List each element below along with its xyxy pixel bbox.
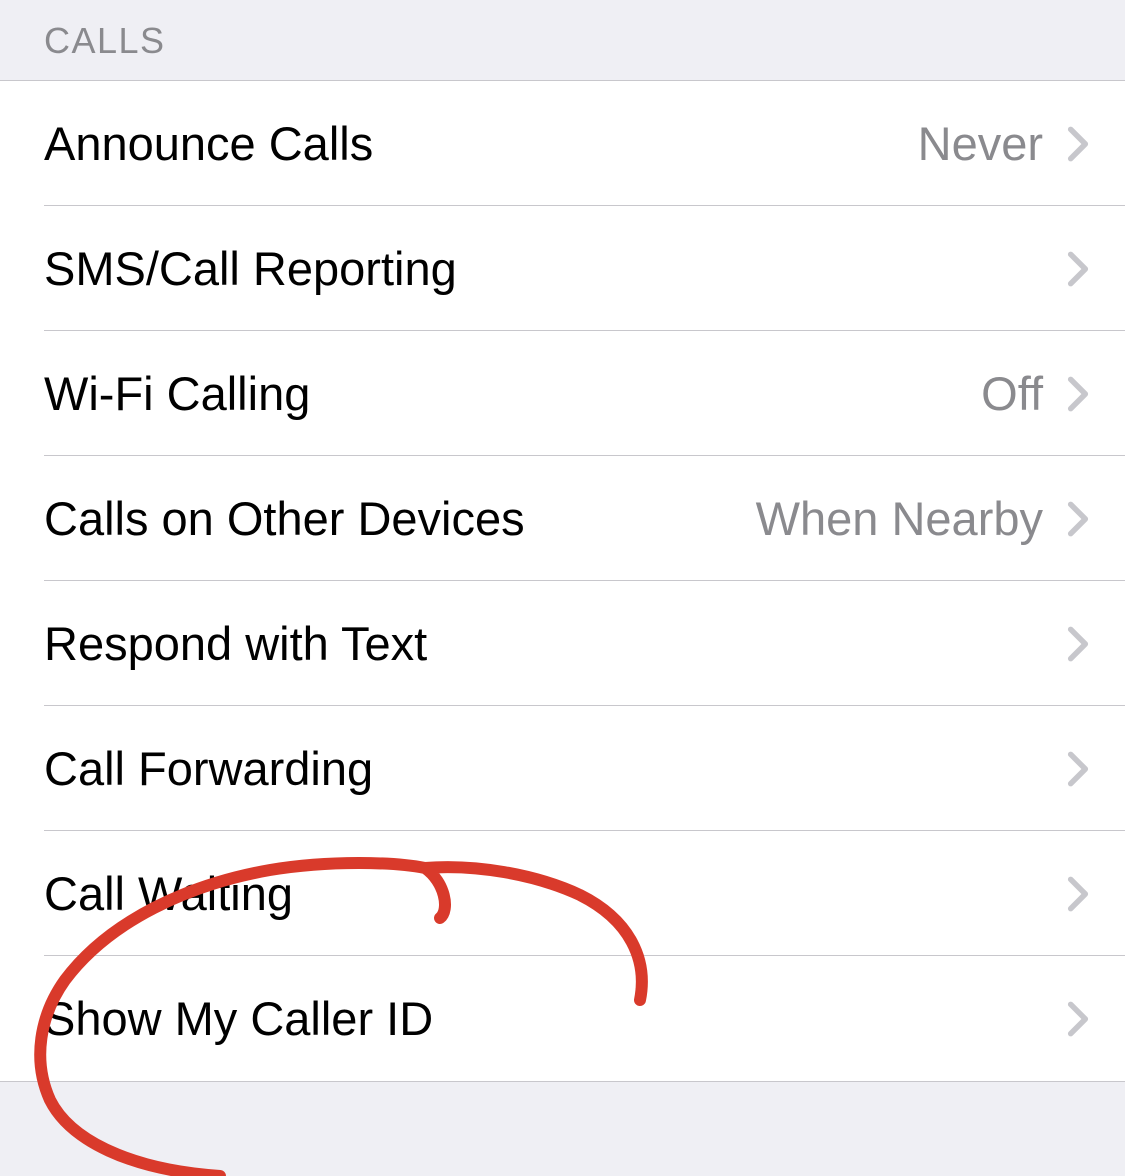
row-right: Never (918, 116, 1089, 171)
chevron-right-icon (1067, 750, 1089, 788)
chevron-right-icon (1067, 500, 1089, 538)
chevron-right-icon (1067, 1000, 1089, 1038)
row-value: Never (918, 116, 1043, 171)
chevron-right-icon (1067, 625, 1089, 663)
row-show-my-caller-id[interactable]: Show My Caller ID (0, 956, 1125, 1081)
row-label: Respond with Text (44, 616, 427, 671)
row-calls-on-other-devices[interactable]: Calls on Other Devices When Nearby (0, 456, 1125, 581)
row-right (1043, 625, 1089, 663)
row-label: Call Forwarding (44, 741, 373, 796)
row-label: Announce Calls (44, 116, 373, 171)
row-respond-with-text[interactable]: Respond with Text (0, 581, 1125, 706)
row-label: Call Waiting (44, 866, 293, 921)
section-header-calls: CALLS (0, 0, 1125, 80)
row-wifi-calling[interactable]: Wi-Fi Calling Off (0, 331, 1125, 456)
row-label: Wi-Fi Calling (44, 366, 310, 421)
row-label: SMS/Call Reporting (44, 241, 457, 296)
row-label: Calls on Other Devices (44, 491, 525, 546)
chevron-right-icon (1067, 250, 1089, 288)
row-right: Off (981, 366, 1089, 421)
row-value: When Nearby (756, 491, 1043, 546)
settings-list: Announce Calls Never SMS/Call Reporting … (0, 80, 1125, 1082)
row-value: Off (981, 366, 1043, 421)
chevron-right-icon (1067, 375, 1089, 413)
row-right (1043, 875, 1089, 913)
chevron-right-icon (1067, 875, 1089, 913)
row-label: Show My Caller ID (44, 991, 433, 1046)
row-right: When Nearby (756, 491, 1089, 546)
row-announce-calls[interactable]: Announce Calls Never (0, 81, 1125, 206)
chevron-right-icon (1067, 125, 1089, 163)
row-call-forwarding[interactable]: Call Forwarding (0, 706, 1125, 831)
row-right (1043, 750, 1089, 788)
row-right (1043, 1000, 1089, 1038)
row-right (1043, 250, 1089, 288)
row-sms-call-reporting[interactable]: SMS/Call Reporting (0, 206, 1125, 331)
row-call-waiting[interactable]: Call Waiting (0, 831, 1125, 956)
